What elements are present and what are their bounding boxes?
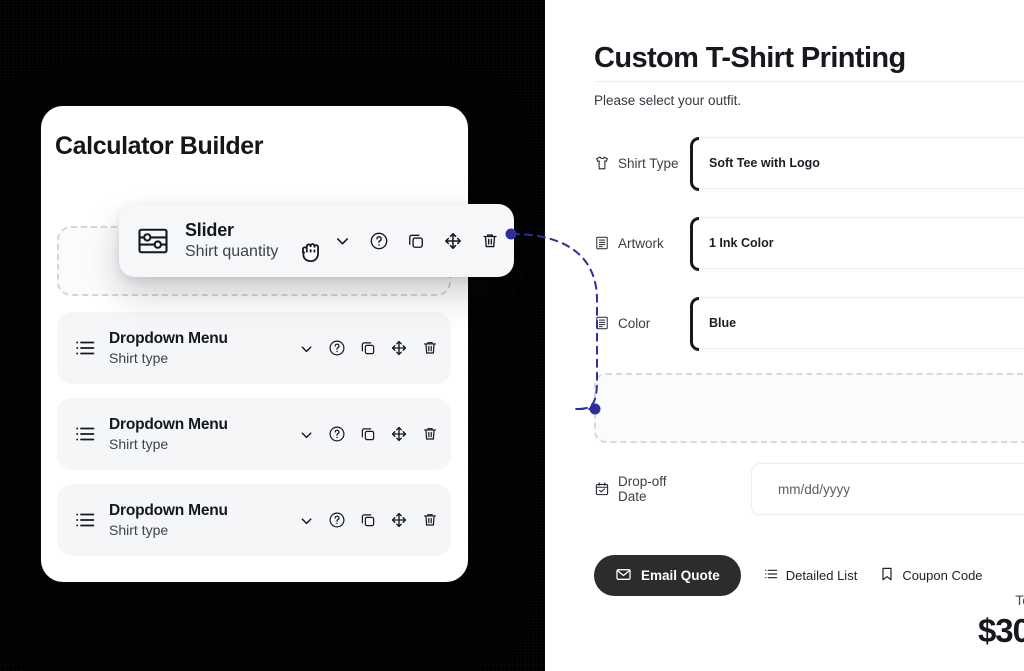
total-label: To (1015, 592, 1024, 608)
list-box-icon (594, 235, 610, 251)
duplicate-icon[interactable] (359, 339, 377, 357)
header-divider (594, 81, 1024, 82)
field-input-shirt-type[interactable]: Soft Tee with Logo (690, 137, 1024, 191)
help-circle-icon[interactable] (369, 231, 389, 251)
builder-card-text: Slider Shirt quantity (179, 219, 333, 263)
field-row-color: Color Blue (594, 297, 1024, 351)
form-title: Custom T-Shirt Printing (594, 42, 906, 74)
builder-card-actions (298, 425, 439, 443)
duplicate-icon[interactable] (359, 511, 377, 529)
envelope-icon (615, 566, 632, 586)
move-icon[interactable] (443, 231, 463, 251)
field-row-shirt-type: Shirt Type Soft Tee with Logo (594, 137, 1024, 191)
builder-card-dropdown-1[interactable]: Dropdown Menu Shirt type (57, 312, 451, 384)
builder-card-subtitle: Shirt quantity (185, 242, 279, 260)
trash-icon[interactable] (421, 511, 439, 529)
builder-card-title: Dropdown Menu (109, 501, 228, 519)
calendar-icon (594, 481, 610, 497)
field-row-dropoff-date: Drop-off Date mm/dd/yyyy (594, 463, 1024, 515)
list-icon (73, 422, 103, 446)
move-icon[interactable] (390, 425, 408, 443)
help-circle-icon[interactable] (328, 425, 346, 443)
field-placeholder-dropoff-date: mm/dd/yyyy (778, 481, 851, 497)
form-preview-panel: Custom T-Shirt Printing Please select yo… (545, 0, 1024, 671)
field-input-dropoff-date[interactable]: mm/dd/yyyy (751, 463, 1024, 515)
screenshot-stage: Calculator Builder Slider Shirt quantity (0, 0, 1024, 671)
field-label-text: Shirt Type (618, 155, 679, 171)
detailed-list-button[interactable]: Detailed List (763, 566, 858, 585)
field-label-artwork: Artwork (594, 235, 690, 251)
detailed-list-label: Detailed List (785, 568, 858, 583)
email-quote-button[interactable]: Email Quote (594, 555, 741, 596)
trash-icon[interactable] (421, 425, 439, 443)
trash-icon[interactable] (421, 339, 439, 357)
builder-card-actions (298, 339, 439, 357)
chevron-down-icon[interactable] (333, 231, 352, 250)
form-subtitle: Please select your outfit. (594, 93, 742, 108)
chevron-down-icon[interactable] (298, 426, 315, 443)
list-icon (73, 508, 103, 532)
builder-card-title: Dropdown Menu (109, 329, 228, 347)
field-label-text: Artwork (618, 235, 664, 251)
bookmark-icon (879, 566, 895, 585)
field-label-text: Color (618, 315, 651, 331)
builder-card-slider[interactable]: Slider Shirt quantity (119, 204, 514, 277)
field-input-artwork[interactable]: 1 Ink Color (690, 217, 1024, 271)
list-icon (73, 336, 103, 360)
duplicate-icon[interactable] (359, 425, 377, 443)
builder-card-dropdown-2[interactable]: Dropdown Menu Shirt type (57, 398, 451, 470)
coupon-code-button[interactable]: Coupon Code (879, 566, 983, 585)
sliders-icon (135, 223, 179, 259)
field-value-shirt-type: Soft Tee with Logo (709, 156, 820, 170)
builder-card-actions (333, 231, 500, 251)
builder-card-dropdown-3[interactable]: Dropdown Menu Shirt type (57, 484, 451, 556)
field-label-text: Drop-off Date (618, 474, 667, 504)
field-label-shirt-type: Shirt Type (594, 155, 690, 171)
builder-card-title: Dropdown Menu (109, 415, 228, 433)
field-value-artwork: 1 Ink Color (709, 236, 774, 250)
builder-card-text: Dropdown Menu Shirt type (103, 415, 298, 453)
field-input-color[interactable]: Blue (690, 297, 1024, 351)
builder-card-subtitle: Shirt type (109, 521, 169, 538)
move-icon[interactable] (390, 511, 408, 529)
builder-card-subtitle: Shirt type (109, 349, 169, 366)
list-box-icon (594, 315, 610, 331)
page-title: Calculator Builder (55, 132, 264, 160)
total-section: To $30 (978, 592, 1024, 650)
form-dropzone-placeholder[interactable] (594, 373, 1024, 443)
builder-card-text: Dropdown Menu Shirt type (103, 329, 298, 367)
total-value: $30 (977, 612, 1024, 649)
field-label-dropoff-date: Drop-off Date (594, 474, 690, 504)
list-icon (763, 566, 779, 585)
field-value-color: Blue (709, 316, 737, 330)
coupon-code-label: Coupon Code (902, 568, 983, 583)
move-icon[interactable] (390, 339, 408, 357)
field-row-artwork: Artwork 1 Ink Color (594, 217, 1024, 271)
field-label-color: Color (594, 315, 690, 331)
calculator-builder-panel: Calculator Builder Slider Shirt quantity (41, 106, 514, 582)
email-quote-label: Email Quote (641, 568, 720, 583)
builder-card-subtitle: Shirt type (109, 435, 169, 452)
builder-card-text: Dropdown Menu Shirt type (103, 501, 298, 539)
trash-icon[interactable] (480, 231, 500, 251)
form-actions-bar: Email Quote Detailed List Coupon Code (594, 555, 983, 596)
chevron-down-icon[interactable] (298, 340, 315, 357)
help-circle-icon[interactable] (328, 339, 346, 357)
builder-card-actions (298, 511, 439, 529)
tshirt-icon (594, 155, 610, 171)
help-circle-icon[interactable] (328, 511, 346, 529)
builder-card-title: Slider (185, 219, 234, 240)
duplicate-icon[interactable] (406, 231, 426, 251)
chevron-down-icon[interactable] (298, 512, 315, 529)
